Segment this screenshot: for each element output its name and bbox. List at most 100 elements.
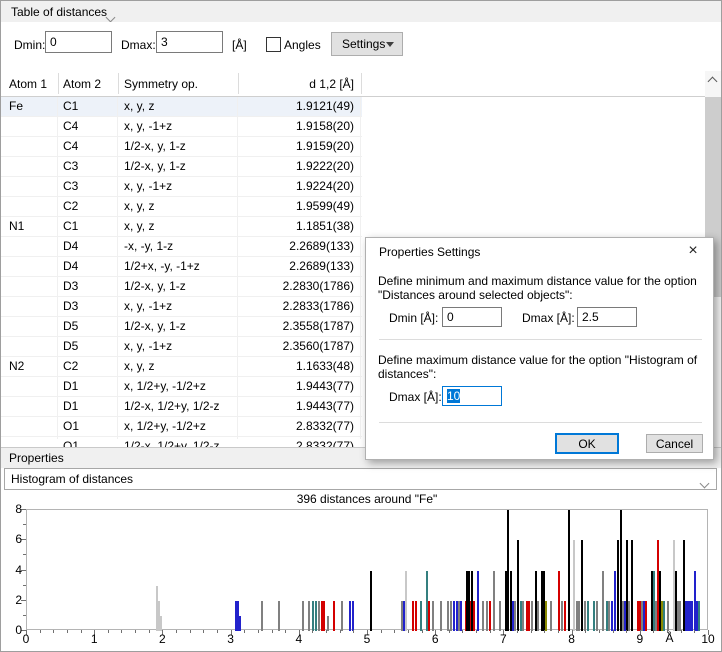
table-row[interactable]: D3x, y, -1+z2.2833(1786) (1, 297, 362, 317)
histogram-bar (606, 601, 608, 631)
close-icon[interactable]: × (683, 241, 703, 261)
table-row[interactable]: D1x, 1/2+y, -1/2+z1.9443(77) (1, 377, 362, 397)
table-row[interactable]: D41/2+x, -y, -1+z2.2689(133) (1, 257, 362, 277)
histogram-bar (318, 601, 320, 631)
col-header-atom2[interactable]: Atom 2 (63, 77, 101, 91)
x-tick (517, 630, 518, 633)
table-cell: C1 (63, 219, 113, 233)
table-row[interactable]: C41/2-x, y, 1-z1.9159(20) (1, 137, 362, 157)
table-row[interactable]: N1C1x, y, z1.1851(38) (1, 217, 362, 237)
x-tick (203, 630, 204, 633)
dmax-input[interactable] (156, 31, 223, 53)
histogram-bar (349, 601, 351, 631)
table-row[interactable]: D4-x, -y, 1-z2.2689(133) (1, 237, 362, 257)
histogram-bar (663, 601, 665, 631)
angles-checkbox[interactable] (266, 37, 281, 52)
table-cell: D4 (63, 259, 113, 273)
x-tick (176, 630, 177, 633)
x-tick-label: 4 (289, 632, 309, 646)
x-tick (285, 630, 286, 633)
panel-title: Table of distances (11, 5, 107, 19)
table-cell: x, y, -1+z (124, 299, 234, 313)
x-tick (544, 630, 545, 633)
histogram-bar (537, 601, 539, 631)
x-tick-label: 7 (493, 632, 513, 646)
table-cell: -x, -y, 1-z (124, 239, 234, 253)
table-row[interactable]: D11/2-x, 1/2+y, 1/2-z1.9443(77) (1, 397, 362, 417)
histogram-bar (302, 601, 304, 631)
table-cell: D3 (63, 279, 113, 293)
chart-title: 396 distances around "Fe" (26, 492, 708, 506)
table-cell: x, y, -1+z (124, 339, 234, 353)
dialog-title: Properties Settings (379, 245, 480, 259)
x-tick (408, 630, 409, 633)
col-header-atom1[interactable]: Atom 1 (9, 77, 47, 91)
panel-menu-chevron-icon[interactable] (107, 10, 113, 16)
dialog-dmin-input[interactable]: 0 (442, 307, 502, 327)
histogram-bar (584, 601, 586, 631)
table-cell: D1 (63, 399, 113, 413)
x-tick (67, 630, 68, 633)
settings-button[interactable]: Settings (331, 32, 403, 56)
table-cell: 1/2+x, -y, -1+z (124, 259, 234, 273)
cancel-button[interactable]: Cancel (646, 434, 703, 453)
dialog-dmax-input[interactable]: 2.5 (577, 307, 637, 327)
table-row[interactable]: O1x, 1/2+y, -1/2+z2.8332(77) (1, 417, 362, 437)
table-cell: 1/2-x, y, 1-z (124, 139, 234, 153)
x-tick (613, 630, 614, 633)
histogram-bar (596, 601, 598, 631)
table-cell: 1/2-x, 1/2+y, 1/2-z (124, 399, 234, 413)
table-row[interactable]: D3 1/2-x, y, 1-z 2.2830(1786) (1, 277, 362, 297)
dialog-hist-dmax-input[interactable]: 10 (442, 386, 502, 406)
x-tick (340, 630, 341, 633)
x-tick (53, 630, 54, 633)
histogram-bar (333, 601, 335, 631)
table-cell: 2.2830(1786) (238, 279, 354, 293)
y-tick (23, 554, 26, 555)
table-row[interactable]: D5x, y, -1+z2.3560(1787) (1, 337, 362, 357)
properties-mode-select[interactable]: Histogram of distances (4, 468, 717, 490)
histogram-bar (608, 601, 610, 631)
x-tick (476, 630, 477, 633)
histogram-bar (440, 601, 442, 631)
histogram-chart: 396 distances around "Fe" 012345678910Å0… (0, 490, 722, 652)
table-row[interactable]: C4x, y, -1+z1.9158(20) (1, 117, 362, 137)
table-row[interactable]: C3x, y, -1+z1.9224(20) (1, 177, 362, 197)
histogram-bar (493, 571, 495, 632)
x-tick (190, 630, 191, 633)
table-row[interactable]: C31/2-x, y, 1-z1.9222(20) (1, 157, 362, 177)
x-tick (531, 630, 532, 633)
table-cell: D5 (63, 339, 113, 353)
table-cell: 1.1851(38) (238, 219, 354, 233)
dmin-input[interactable] (45, 31, 112, 53)
table-cell: x, y, -1+z (124, 179, 234, 193)
table-panel-header: Table of distances (1, 1, 721, 23)
col-header-symmetry[interactable]: Symmetry op. (124, 77, 198, 91)
histogram-bar (528, 601, 530, 631)
x-tick-label: 6 (425, 632, 445, 646)
table-row[interactable]: FeC1x, y, z1.9121(49) (1, 97, 362, 117)
y-tick (23, 615, 26, 616)
histogram-bar (415, 601, 417, 631)
table-row[interactable]: D51/2-x, y, 1-z2.3558(1787) (1, 317, 362, 337)
ok-button[interactable]: OK (555, 433, 619, 454)
x-tick (135, 630, 136, 633)
table-cell: 1/2-x, y, 1-z (124, 279, 234, 293)
dialog-dmin-label: Dmin [Å]: (389, 311, 438, 325)
y-tick (23, 585, 26, 586)
table-cell: Fe (9, 99, 54, 113)
table-cell: 1/2-x, y, 1-z (124, 159, 234, 173)
table-row[interactable]: C2x, y, z1.9599(49) (1, 197, 362, 217)
histogram-bar (602, 571, 604, 632)
histogram-bar (412, 601, 414, 631)
x-axis-unit-label: Å (665, 631, 673, 645)
x-tick-label: 9 (630, 632, 650, 646)
x-tick (312, 630, 313, 633)
table-cell: 2.2833(1786) (238, 299, 354, 313)
x-tick (585, 630, 586, 633)
col-header-distance[interactable]: d 1,2 [Å] (238, 77, 354, 91)
dialog-section1-text: Define minimum and maximum distance valu… (378, 274, 703, 302)
table-row[interactable]: N2C2x, y, z1.1633(48) (1, 357, 362, 377)
scrollbar-up-button[interactable] (705, 71, 721, 88)
histogram-bar (520, 601, 522, 631)
